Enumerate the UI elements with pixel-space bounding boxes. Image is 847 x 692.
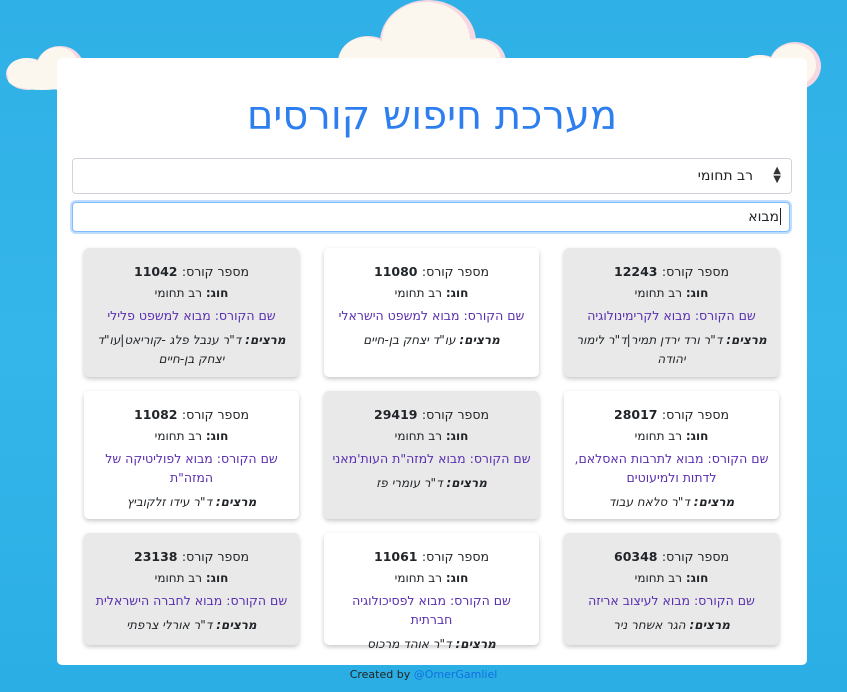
course-card: מספר קורס: 23138 חוג: רב תחומי שם הקורס:… <box>84 533 299 645</box>
course-department: חוג: רב תחומי <box>394 429 469 443</box>
course-card: מספר קורס: 12243 חוג: רב תחומי שם הקורס:… <box>564 248 779 377</box>
search-input-value: מבוא <box>748 209 779 225</box>
course-department: חוג: רב תחומי <box>634 571 709 585</box>
course-name: שם הקורס: מבוא לפוליטיקה של המזה"ת <box>105 451 278 485</box>
course-card: מספר קורס: 29419 חוג: רב תחומי שם הקורס:… <box>324 391 539 519</box>
course-lecturers: מרצים: הגר אשחר ניר <box>613 618 730 632</box>
text-caret <box>780 208 781 225</box>
course-department: חוג: רב תחומי <box>634 286 709 300</box>
course-number: מספר קורס: 28017 <box>614 407 729 422</box>
course-number: מספר קורס: 23138 <box>134 549 249 564</box>
footer-text: Created by <box>349 668 411 681</box>
course-lecturers: מרצים: ד"ר ענבל פלג -קוריאט|עו"ד יצחק בן… <box>97 333 286 366</box>
course-number: מספר קורס: 11080 <box>374 264 489 279</box>
course-name: שם הקורס: מבוא למשפט הישראלי <box>338 308 525 323</box>
search-input[interactable]: מבוא <box>72 202 790 232</box>
footer: Created by @OmerGamliel <box>0 668 847 681</box>
course-card: מספר קורס: 28017 חוג: רב תחומי שם הקורס:… <box>564 391 779 519</box>
page-title: מערכת חיפוש קורסים <box>246 93 618 139</box>
course-name: שם הקורס: מבוא לקרימינולוגיה <box>587 308 756 323</box>
course-card: מספר קורס: 11080 חוג: רב תחומי שם הקורס:… <box>324 248 539 377</box>
course-lecturers: מרצים: ד"ר אורלי צרפתי <box>126 618 257 632</box>
course-lecturers: מרצים: ד"ר עידו זלקוביץ <box>126 495 257 509</box>
course-card: מספר קורס: 11061 חוג: רב תחומי שם הקורס:… <box>324 533 539 651</box>
course-department: חוג: רב תחומי <box>394 286 469 300</box>
course-department: חוג: רב תחומי <box>154 286 229 300</box>
course-lecturers: מרצים: ד"ר ורד ירדן תמיר|ד"ר לימור יהודה <box>576 333 767 366</box>
course-name: שם הקורס: מבוא לפסיכולוגיה חברתית <box>352 593 511 627</box>
course-number: מספר קורס: 11061 <box>374 549 489 564</box>
department-select-value: רב תחומי <box>697 168 753 184</box>
course-number: מספר קורס: 11082 <box>134 407 249 422</box>
course-number: מספר קורס: 11042 <box>134 264 249 279</box>
course-name: שם הקורס: מבוא לתרבות האסלאם, לדתות ולמי… <box>574 451 769 485</box>
course-lecturers: מרצים: ד"ר עומרי פז <box>376 476 487 490</box>
course-number: מספר קורס: 60348 <box>614 549 729 564</box>
course-number: מספר קורס: 29419 <box>374 407 489 422</box>
course-name: שם הקורס: מבוא לחברה הישראלית <box>95 593 288 608</box>
course-department: חוג: רב תחומי <box>634 429 709 443</box>
course-card: מספר קורס: 60348 חוג: רב תחומי שם הקורס:… <box>564 533 779 645</box>
course-number: מספר קורס: 12243 <box>614 264 729 279</box>
select-arrows-icon: ▲ ▼ <box>773 165 781 185</box>
course-department: חוג: רב תחומי <box>154 571 229 585</box>
course-department: חוג: רב תחומי <box>394 571 469 585</box>
department-select[interactable]: רב תחומי ▲ ▼ <box>72 158 792 194</box>
course-name: שם הקורס: מבוא למזה"ת העות'מאני <box>332 451 531 466</box>
course-lecturers: מרצים: ד"ר אוהד מרכוס <box>367 637 496 651</box>
course-lecturers: מרצים: עו"ד יצחק בן-חיים <box>363 333 500 347</box>
course-name: שם הקורס: מבוא לעיצוב אריזה <box>588 593 755 608</box>
course-lecturers: מרצים: ד"ר סלאח עבוד <box>608 495 735 509</box>
course-card: מספר קורס: 11042 חוג: רב תחומי שם הקורס:… <box>84 248 299 377</box>
author-link[interactable]: @OmerGamliel <box>414 668 498 681</box>
course-name: שם הקורס: מבוא למשפט פלילי <box>107 308 276 323</box>
course-card: מספר קורס: 11082 חוג: רב תחומי שם הקורס:… <box>84 391 299 519</box>
course-department: חוג: רב תחומי <box>154 429 229 443</box>
